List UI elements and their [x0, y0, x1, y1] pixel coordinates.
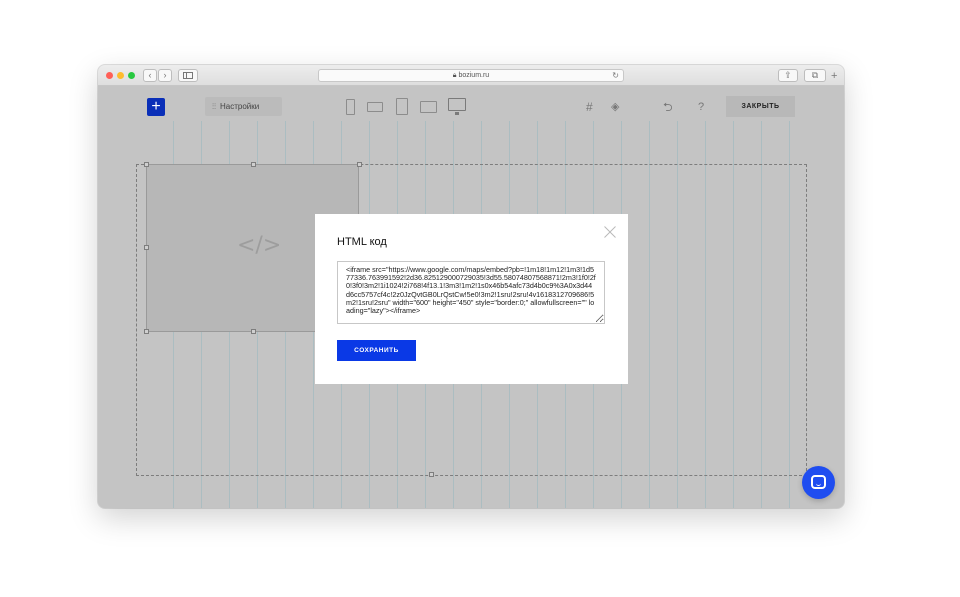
- close-window-button[interactable]: [106, 72, 113, 79]
- resize-handle[interactable]: [357, 162, 362, 167]
- editor-toolbar: + ⫶⫶ Настройки # ◈ ⮌ ? ЗАКРЫТЬ: [98, 86, 844, 126]
- close-icon[interactable]: [604, 223, 616, 241]
- desktop-icon[interactable]: [448, 98, 466, 111]
- zoom-window-button[interactable]: [128, 72, 135, 79]
- chevron-right-icon: ›: [163, 70, 167, 80]
- close-editor-button[interactable]: ЗАКРЫТЬ: [726, 96, 795, 117]
- help-icon[interactable]: ?: [698, 101, 704, 113]
- desktop-stand: [455, 112, 459, 115]
- chevron-left-icon: ‹: [148, 70, 152, 80]
- url-text: bozium.ru: [458, 72, 490, 79]
- plus-icon: +: [151, 98, 161, 115]
- browser-titlebar: ‹ › 🔒︎ bozium.ru ↻ ⇪ ⧉ +: [98, 65, 844, 86]
- tablet-landscape-icon[interactable]: [420, 101, 437, 113]
- undo-icon[interactable]: ⮌: [663, 101, 673, 113]
- address-bar[interactable]: 🔒︎ bozium.ru ↻: [318, 69, 624, 82]
- chat-icon: [811, 475, 826, 489]
- back-button[interactable]: ‹: [143, 69, 157, 82]
- settings-button[interactable]: ⫶⫶ Настройки: [205, 97, 282, 116]
- resize-handle[interactable]: [251, 162, 256, 167]
- resize-handle[interactable]: [429, 472, 434, 477]
- phone-landscape-icon[interactable]: [367, 102, 383, 112]
- html-code-modal: HTML код <iframe src="https://www.google…: [315, 214, 628, 384]
- resize-handle[interactable]: [144, 245, 149, 250]
- tabs-overview-button[interactable]: ⧉: [804, 69, 826, 82]
- close-x-glyph: [604, 226, 616, 238]
- grid-icon[interactable]: #: [586, 101, 593, 113]
- settings-label: Настройки: [220, 102, 260, 111]
- resize-handle[interactable]: [144, 162, 149, 167]
- html-code-input[interactable]: <iframe src="https://www.google.com/maps…: [337, 261, 605, 324]
- sidebar-toggle-button[interactable]: [178, 69, 198, 82]
- editor-viewport: + ⫶⫶ Настройки # ◈ ⮌ ? ЗАКРЫТЬ </> HTML …: [98, 86, 844, 508]
- save-button[interactable]: СОХРАНИТЬ: [337, 340, 416, 361]
- browser-window: ‹ › 🔒︎ bozium.ru ↻ ⇪ ⧉ + + ⫶⫶ Настройки #…: [98, 65, 844, 508]
- sliders-icon: ⫶⫶: [212, 102, 216, 111]
- modal-title: HTML код: [337, 236, 387, 248]
- code-icon: </>: [237, 233, 282, 258]
- minimize-window-button[interactable]: [117, 72, 124, 79]
- tabs-icon: ⧉: [811, 70, 819, 80]
- share-icon: ⇪: [784, 70, 792, 80]
- add-block-button[interactable]: +: [147, 98, 165, 116]
- layers-icon[interactable]: ◈: [611, 101, 619, 113]
- new-tab-button[interactable]: +: [831, 71, 837, 82]
- tablet-icon[interactable]: [396, 98, 408, 115]
- chat-button[interactable]: [802, 466, 835, 499]
- share-button[interactable]: ⇪: [778, 69, 798, 82]
- resize-handle[interactable]: [251, 329, 256, 334]
- sidebar-icon: [183, 72, 193, 79]
- reload-icon[interactable]: ↻: [612, 70, 619, 81]
- phone-icon[interactable]: [346, 99, 355, 115]
- forward-button[interactable]: ›: [158, 69, 172, 82]
- resize-handle[interactable]: [144, 329, 149, 334]
